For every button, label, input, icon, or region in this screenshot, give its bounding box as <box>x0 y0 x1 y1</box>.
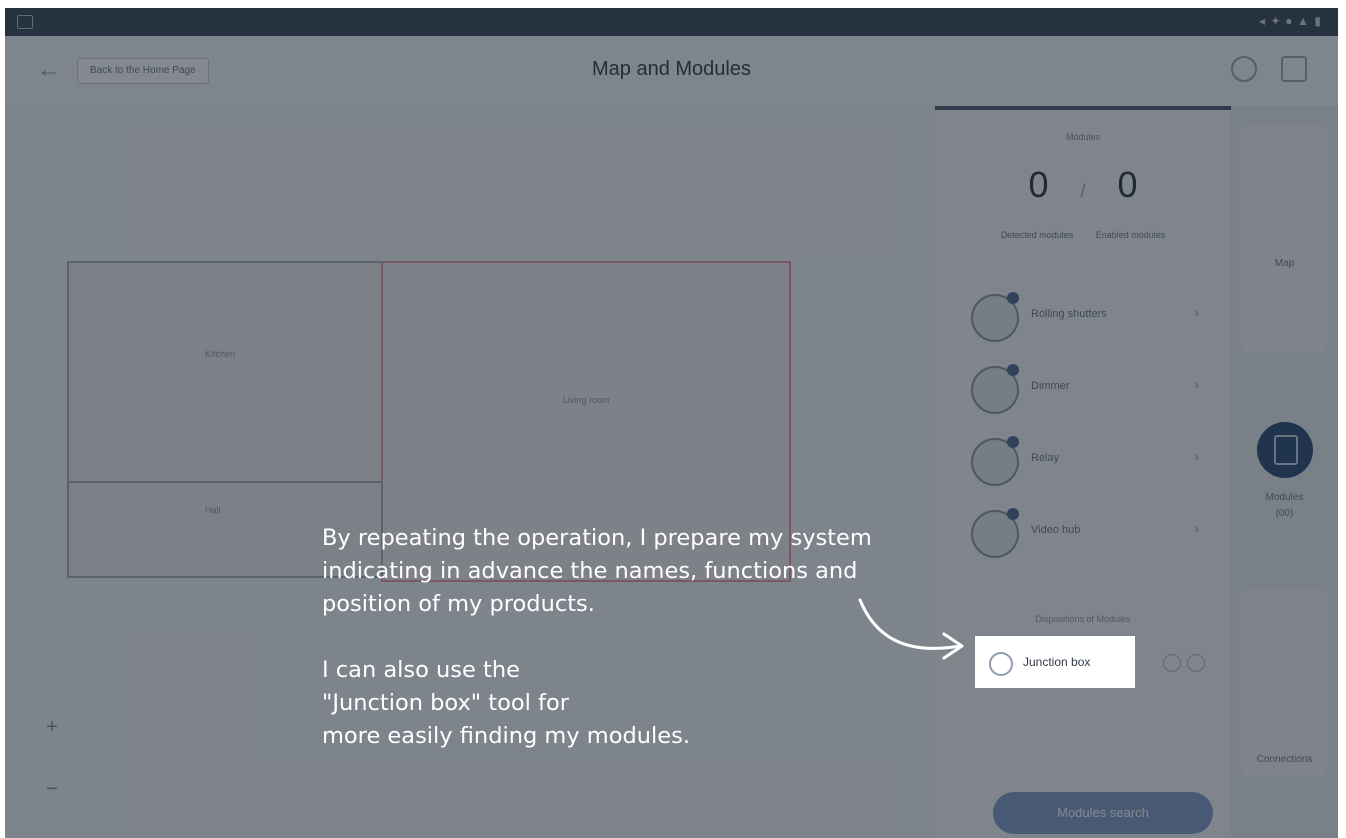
modules-tab-label[interactable]: Modules <box>1231 492 1338 503</box>
shutter-module-icon <box>971 292 1019 342</box>
junction-box-label: Junction box <box>1023 655 1091 669</box>
module-label: Video hub <box>1031 524 1081 536</box>
room-kitchen[interactable]: Kitchen <box>67 261 383 483</box>
help-icon[interactable] <box>1281 56 1307 82</box>
modules-tab-icon[interactable] <box>1257 422 1313 478</box>
detected-count: 0 <box>1028 164 1049 205</box>
section-label: Dispositions of Modules <box>1035 614 1131 624</box>
pointer-arrow-icon <box>858 598 964 660</box>
module-row-shutters[interactable]: Rolling shutters › <box>971 286 1219 346</box>
status-bar: ◂ ✦ ⦁ ▲ ▮ <box>5 8 1338 36</box>
count-separator: / <box>1080 181 1086 201</box>
enabled-label: Enabled modules <box>1095 230 1166 240</box>
top-bar: ← Back to the Home Page Map and Modules <box>5 36 1338 106</box>
page-title: Map and Modules <box>592 58 751 80</box>
chevron-icon[interactable]: › <box>1194 304 1199 320</box>
module-label: Dimmer <box>1031 380 1070 392</box>
module-row-video[interactable]: Video hub › <box>971 502 1219 562</box>
connections-tab-label: Connections <box>1256 754 1313 765</box>
modules-panel: Modules 0 / 0 Detected modules Enabled m… <box>935 106 1231 838</box>
status-icons: ◂ ✦ ⦁ ▲ ▮ <box>1259 14 1322 28</box>
zoom-in-button[interactable]: + <box>39 714 65 740</box>
relay-module-icon <box>971 436 1019 486</box>
radio-button[interactable] <box>989 652 1013 676</box>
room-label: Hall <box>205 505 221 515</box>
count-labels: Detected modules Enabled modules <box>935 230 1231 240</box>
panel-divider <box>935 106 1231 110</box>
room-label: Living room <box>563 395 610 405</box>
detected-label: Detected modules <box>1000 230 1074 240</box>
chevron-icon[interactable]: › <box>1194 376 1199 392</box>
search-icon[interactable] <box>1231 56 1257 82</box>
zoom-out-button[interactable]: − <box>39 776 65 802</box>
gallery-icon <box>17 15 33 29</box>
video-module-icon <box>971 508 1019 558</box>
settings-icon[interactable] <box>1187 654 1205 672</box>
map-tab[interactable] <box>1241 126 1327 352</box>
callout-paragraph-2: I can also use the "Junction box" tool f… <box>322 657 690 749</box>
side-navigation: Map Modules (00) Connections <box>1231 106 1338 838</box>
modules-search-button[interactable]: Modules search <box>993 792 1213 834</box>
module-row-dimmer[interactable]: Dimmer › <box>971 358 1219 418</box>
module-label: Rolling shutters <box>1031 308 1107 320</box>
enabled-count: 0 <box>1117 164 1138 205</box>
connections-tab[interactable] <box>1241 590 1327 776</box>
module-row-relay[interactable]: Relay › <box>971 430 1219 490</box>
map-tab-label: Map <box>1274 258 1295 269</box>
module-counts: 0 / 0 <box>935 164 1231 206</box>
modules-tab-count: (00) <box>1275 508 1294 519</box>
room-label: Kitchen <box>205 349 236 359</box>
junction-box-option[interactable]: Junction box <box>975 636 1135 688</box>
info-icon[interactable] <box>1163 654 1181 672</box>
module-label: Relay <box>1031 452 1060 464</box>
dimmer-module-icon <box>971 364 1019 414</box>
modules-heading: Modules <box>1065 132 1101 142</box>
chevron-icon[interactable]: › <box>1194 448 1199 464</box>
chevron-icon[interactable]: › <box>1194 520 1199 536</box>
